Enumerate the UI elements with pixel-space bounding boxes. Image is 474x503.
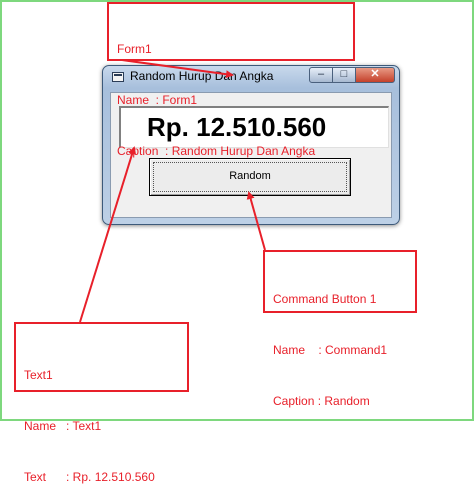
form-arrow xyxy=(121,59,234,79)
text-arrow xyxy=(79,146,137,323)
command-arrow xyxy=(246,191,266,251)
annotation-arrows xyxy=(79,59,266,323)
callout-line: Text : Rp. 12.510.560 xyxy=(24,470,155,484)
